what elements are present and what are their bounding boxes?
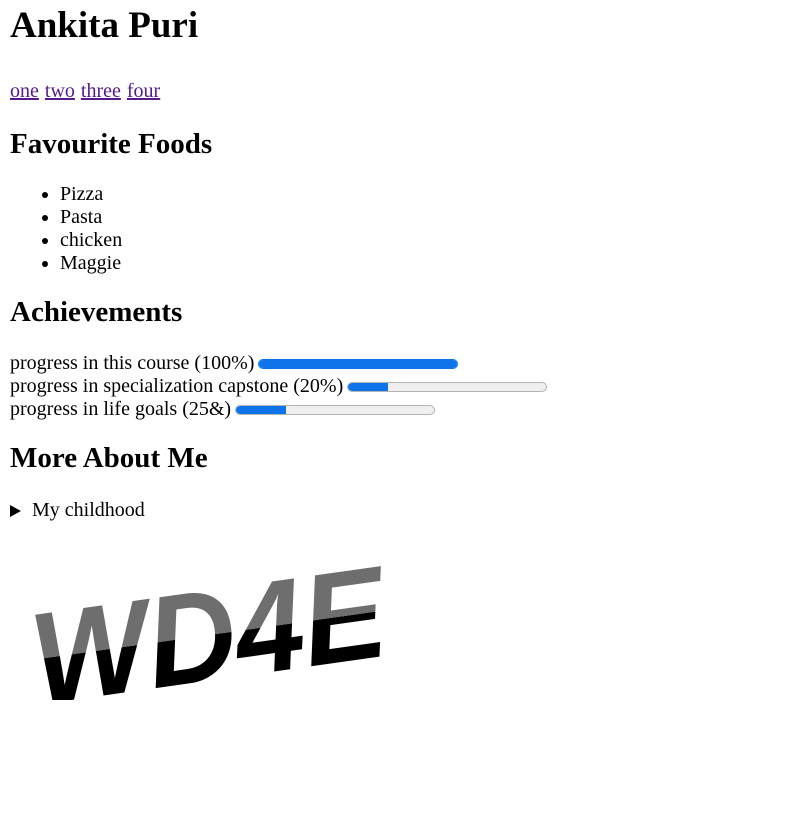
- progress-fill: [236, 406, 286, 414]
- nav-link-one[interactable]: one: [10, 80, 39, 102]
- logo-text: WD4E: [22, 540, 397, 700]
- progress-fill: [259, 360, 458, 368]
- progress-bar: [347, 382, 548, 392]
- details-summary: My childhood: [32, 499, 145, 521]
- nav-links: one two three four: [10, 80, 792, 102]
- foods-list: Pizza Pasta chicken Maggie: [10, 183, 792, 275]
- progress-row: progress in this course (100%): [10, 352, 792, 375]
- food-item: Maggie: [60, 252, 792, 275]
- foods-heading: Favourite Foods: [10, 128, 213, 160]
- progress-label: progress in this course (100%): [10, 352, 255, 374]
- progress-row: progress in life goals (25&): [10, 398, 792, 421]
- progress-row: progress in specialization capstone (20%…: [10, 375, 792, 398]
- food-item: Pasta: [60, 206, 792, 229]
- nav-link-three[interactable]: three: [81, 80, 121, 102]
- page-title: Ankita Puri: [10, 5, 199, 46]
- progress-bar: [258, 359, 459, 369]
- progress-bar: [235, 405, 436, 415]
- disclosure-triangle-icon: [10, 504, 21, 517]
- progress-label: progress in life goals (25&): [10, 398, 232, 420]
- nav-link-two[interactable]: two: [45, 80, 75, 102]
- childhood-details-toggle[interactable]: My childhood: [10, 499, 792, 522]
- food-item: chicken: [60, 229, 792, 252]
- progress-list: progress in this course (100%) progress …: [10, 352, 792, 421]
- achievements-heading: Achievements: [10, 296, 183, 328]
- wd4e-logo: WD4E: [22, 540, 397, 700]
- progress-fill: [348, 383, 388, 391]
- progress-label: progress in specialization capstone (20%…: [10, 375, 344, 397]
- food-item: Pizza: [60, 183, 792, 206]
- nav-link-four[interactable]: four: [127, 80, 160, 102]
- more-about-heading: More About Me: [10, 442, 208, 474]
